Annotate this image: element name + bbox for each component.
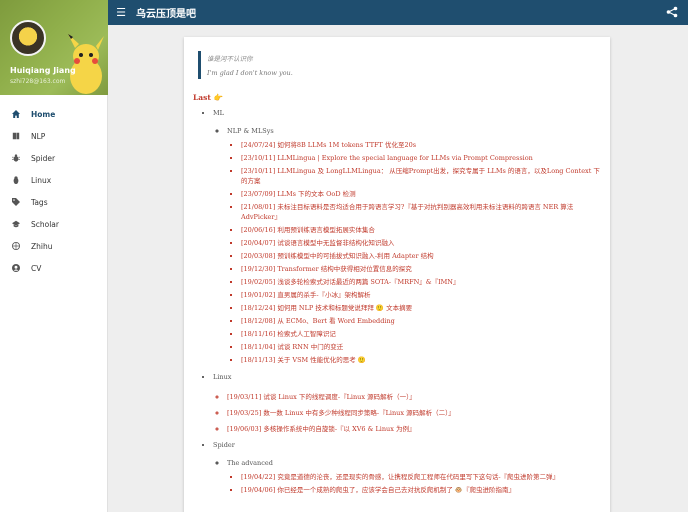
menu-icon[interactable]: ☰ (108, 0, 134, 25)
share-icon[interactable] (666, 6, 678, 18)
linux-icon (13, 176, 19, 184)
post-link[interactable]: [19/04/22] 究竟是道德的沦丧，还是现实的骨感，让携程反爬工程师在代码里… (241, 472, 601, 482)
sidebar-item-linux[interactable]: Linux (0, 169, 107, 191)
pointing-hand-icon: 👉 (213, 93, 223, 102)
post-index-list: ML NLP & MLSys [24/07/24] 如何将8B LLMs 1M … (213, 109, 601, 495)
sidebar-item-label: Zhihu (31, 241, 53, 251)
sidebar-item-nlp[interactable]: NLP (0, 125, 107, 147)
post-card: 谁是河不认识你 I'm glad I don't know you. Last … (184, 37, 610, 512)
globe-icon (12, 242, 20, 250)
sidebar-item-label: NLP (31, 131, 46, 141)
sidebar-item-cv[interactable]: CV (0, 257, 107, 279)
quote-block: 谁是河不认识你 I'm glad I don't know you. (198, 51, 601, 79)
post-link[interactable]: [18/11/04] 试谈 RNN 中门的变迁 (241, 342, 601, 352)
sidebar-item-label: Home (31, 109, 56, 119)
section-label: ML (213, 109, 224, 117)
user-icon (12, 264, 20, 272)
post-link[interactable]: [18/12/08] 从 ECMo、Bert 看 Word Embedding (241, 316, 601, 326)
user-email[interactable]: szhi728@163.com (10, 78, 65, 85)
sidebar-nav: Home NLP Spider Linux Tags Scholar Zhihu (0, 103, 107, 279)
post-list: [19/03/11] 试谈 Linux 下的线程调度-『Linux 源码解析（一… (227, 391, 601, 433)
post-link[interactable]: [19/04/06] 你已经是一个成熟的爬虫了，应该学会自己去对抗反爬机制了 🐵… (241, 485, 601, 495)
pikachu-illustration (68, 34, 104, 94)
section-spider: Spider The advanced [19/04/22] 究竟是道德的沦丧，… (213, 441, 601, 495)
quote-line-english: I'm glad I don't know you. (207, 69, 293, 77)
last-heading-label: Last (193, 93, 211, 102)
book-icon (12, 132, 20, 140)
post-link[interactable]: [19/12/30] Transformer 结构中获得相对位置信息的探究 (241, 264, 601, 274)
bug-icon (12, 154, 20, 162)
sidebar-item-zhihu[interactable]: Zhihu (0, 235, 107, 257)
subsection-label: The advanced (227, 459, 273, 467)
sidebar-item-label: Linux (31, 175, 52, 185)
post-link[interactable]: [23/07/09] LLMs 下的文本 OoD 检测 (241, 189, 601, 199)
post-link[interactable]: [20/06/16] 利用预训练语言模型拓展实体集合 (241, 225, 601, 235)
sidebar-item-label: Tags (31, 197, 48, 207)
post-link[interactable]: [20/03/08] 预训练模型中的可插拔式知识融入-利用 Adapter 结构 (241, 251, 601, 261)
site-title[interactable]: 乌云压顶是吧 (136, 5, 196, 20)
sidebar: Huiqiang Jiang szhi728@163.com Home NLP … (0, 0, 108, 512)
sidebar-item-tags[interactable]: Tags (0, 191, 107, 213)
post-link[interactable]: [19/03/11] 试谈 Linux 下的线程调度-『Linux 源码解析（一… (227, 391, 601, 401)
post-list: [24/07/24] 如何将8B LLMs 1M tokens TTFT 优化至… (241, 140, 601, 365)
graduation-cap-icon (12, 220, 20, 228)
post-link[interactable]: [21/08/01] 未标注目标语料是否均适合用于跨语言学习?『基于对抗判别器高… (241, 202, 601, 222)
section-ml: ML NLP & MLSys [24/07/24] 如何将8B LLMs 1M … (213, 109, 601, 365)
profile-banner: Huiqiang Jiang szhi728@163.com (0, 0, 108, 95)
post-link[interactable]: [18/11/16] 检索式人工智障识记 (241, 329, 601, 339)
section-label: Spider (213, 441, 235, 449)
post-link[interactable]: [19/06/03] 多核操作系统中的自旋锁-『以 XV6 & Linux 为例… (227, 423, 601, 433)
post-link[interactable]: [24/07/24] 如何将8B LLMs 1M tokens TTFT 优化至… (241, 140, 601, 150)
post-link[interactable]: [23/10/11] LLMLingua 及 LongLLMLingua： 从压… (241, 166, 601, 186)
last-heading: Last 👉 (193, 93, 601, 102)
subsection-list: The advanced [19/04/22] 究竟是道德的沦丧，还是现实的骨感… (227, 459, 601, 495)
post-link[interactable]: [23/10/11] LLMLingua | Explore the speci… (241, 153, 601, 163)
avatar[interactable] (10, 20, 46, 56)
sidebar-item-label: CV (31, 263, 42, 273)
sidebar-item-label: Spider (31, 153, 56, 163)
post-link[interactable]: [19/01/02] 直男属的杀手-『小冰』架构解析 (241, 290, 601, 300)
tags-icon (12, 198, 20, 206)
home-icon (12, 110, 20, 118)
user-name: Huiqiang Jiang (10, 66, 76, 75)
section-label: Linux (213, 373, 232, 381)
subsection-list: NLP & MLSys [24/07/24] 如何将8B LLMs 1M tok… (227, 127, 601, 365)
post-link[interactable]: [18/11/13] 关于 VSM 性能优化的思考 🙂 (241, 355, 601, 365)
subsection-advanced: The advanced [19/04/22] 究竟是道德的沦丧，还是现实的骨感… (227, 459, 601, 495)
subsection-label: NLP & MLSys (227, 127, 274, 135)
post-list: [19/04/22] 究竟是道德的沦丧，还是现实的骨感，让携程反爬工程师在代码里… (241, 472, 601, 495)
top-app-bar: ☰ 乌云压顶是吧 (108, 0, 688, 25)
subsection-nlp-mlsys: NLP & MLSys [24/07/24] 如何将8B LLMs 1M tok… (227, 127, 601, 365)
post-link[interactable]: [20/04/07] 试谈语言模型中无监督非结构化知识融入 (241, 238, 601, 248)
post-link[interactable]: [19/03/25] 数一数 Linux 中有多少种线程同步策略-『Linux … (227, 407, 601, 417)
sidebar-item-spider[interactable]: Spider (0, 147, 107, 169)
sidebar-item-home[interactable]: Home (0, 103, 107, 125)
sidebar-item-label: Scholar (31, 219, 59, 229)
post-link[interactable]: [19/02/05] 浅谈多轮检索式对话最近的两篇 SOTA-『MRFN』&『I… (241, 277, 601, 287)
sidebar-item-scholar[interactable]: Scholar (0, 213, 107, 235)
section-linux: Linux [19/03/11] 试谈 Linux 下的线程调度-『Linux … (213, 373, 601, 433)
post-link[interactable]: [18/12/24] 如何用 NLP 技术和标题党说拜拜 🙂 文本摘要 (241, 303, 601, 313)
quote-line-chinese: 谁是河不认识你 (207, 55, 253, 63)
